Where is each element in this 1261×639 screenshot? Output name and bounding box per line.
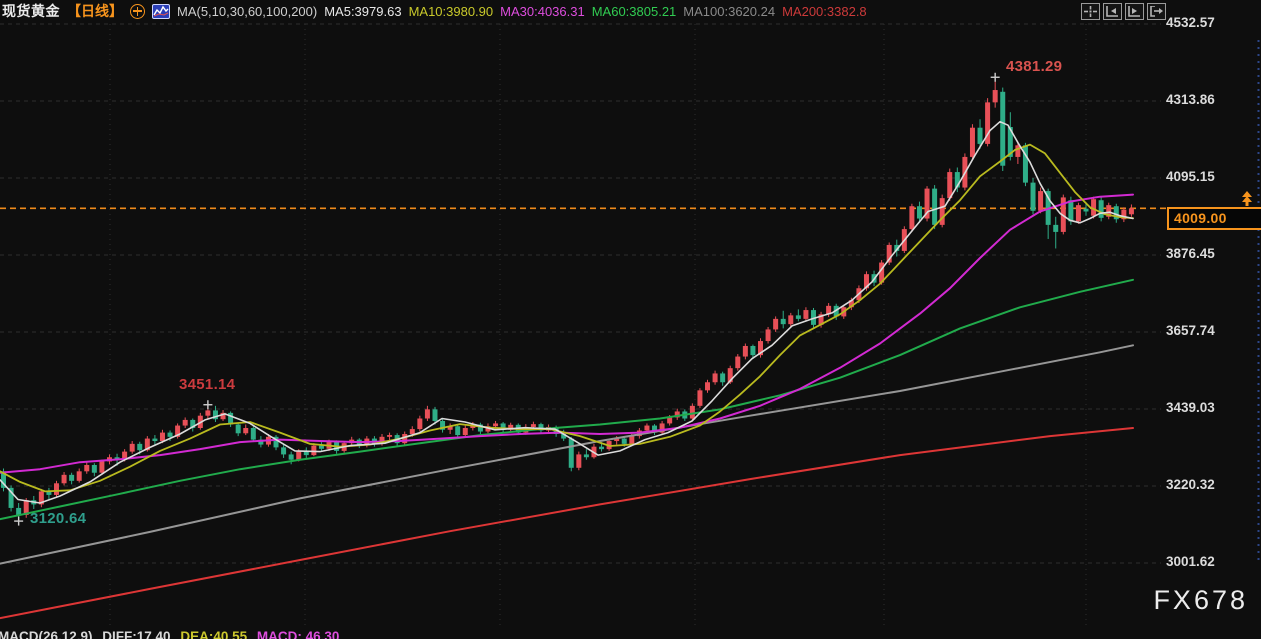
price-annotation: 3120.64	[30, 510, 87, 527]
ma-line-ma60	[0, 278, 1134, 521]
exit-chart-icon[interactable]	[1147, 3, 1166, 20]
ma-settings-label: MA(5,10,30,60,100,200)	[177, 3, 318, 19]
price-annotation: 3451.14	[179, 376, 236, 393]
axis-tick-label: 3220.32	[1166, 477, 1215, 492]
current-price-value: 4009.00	[1174, 210, 1227, 227]
chart-window: { "header": { "symbol": "现货黄金", "period_…	[0, 0, 1261, 639]
ma-line-ma200	[0, 427, 1134, 620]
ma10-value: MA10:3980.90	[408, 3, 494, 19]
axis-tick-label: 4532.57	[1166, 15, 1215, 30]
mini-chart-icon[interactable]	[152, 3, 170, 19]
ma5-value: MA5:3979.63	[324, 3, 402, 19]
compare-plus-icon[interactable]	[130, 3, 145, 19]
ma200-value: MA200:3382.8	[782, 3, 867, 19]
period-label: 【日线】	[67, 3, 123, 19]
extreme-marker-low	[14, 516, 24, 526]
ma30-value: MA30:4036.31	[500, 3, 585, 19]
macd-dea-value: DEA:40.55	[180, 629, 248, 639]
axis-tick-label: 3876.45	[1166, 246, 1215, 261]
chart-toolbar	[1081, 3, 1166, 20]
chart-canvas[interactable]	[0, 0, 1261, 639]
macd-macd-value: MACD: 46.30	[256, 629, 340, 639]
symbol-name: 现货黄金	[2, 3, 60, 19]
price-annotation: 4381.29	[1006, 58, 1063, 75]
watermark: FX678	[1153, 585, 1248, 615]
ma60-value: MA60:3805.21	[591, 3, 677, 19]
scale-left-icon[interactable]	[1103, 3, 1122, 20]
extreme-marker-high	[990, 72, 1000, 82]
crosshair-icon[interactable]	[1081, 3, 1100, 20]
ma100-value: MA100:3620.24	[683, 3, 776, 19]
current-price-box: 4009.00	[1167, 206, 1261, 230]
macd-params-label: MACD(26,12,9)	[0, 629, 93, 639]
price-up-arrow-icon	[1242, 191, 1252, 206]
axis-tick-label: 4313.86	[1166, 92, 1215, 107]
macd-indicator-row: MACD(26,12,9) DIFF:17.40 DEA:40.55 MACD:…	[0, 629, 345, 639]
axis-tick-label: 3001.62	[1166, 554, 1215, 569]
axis-tick-label: 3657.74	[1166, 323, 1215, 338]
extreme-marker-high	[203, 400, 213, 410]
axis-tick-label: 4095.15	[1166, 169, 1215, 184]
go-to-latest-icon[interactable]	[1125, 3, 1144, 20]
axis-tick-label: 3439.03	[1166, 400, 1215, 415]
macd-diff-value: DIFF:17.40	[102, 629, 171, 639]
candles	[1, 77, 1134, 522]
chart-header: 现货黄金 【日线】 MA(5,10,30,60,100,200) MA5:397…	[0, 0, 867, 22]
